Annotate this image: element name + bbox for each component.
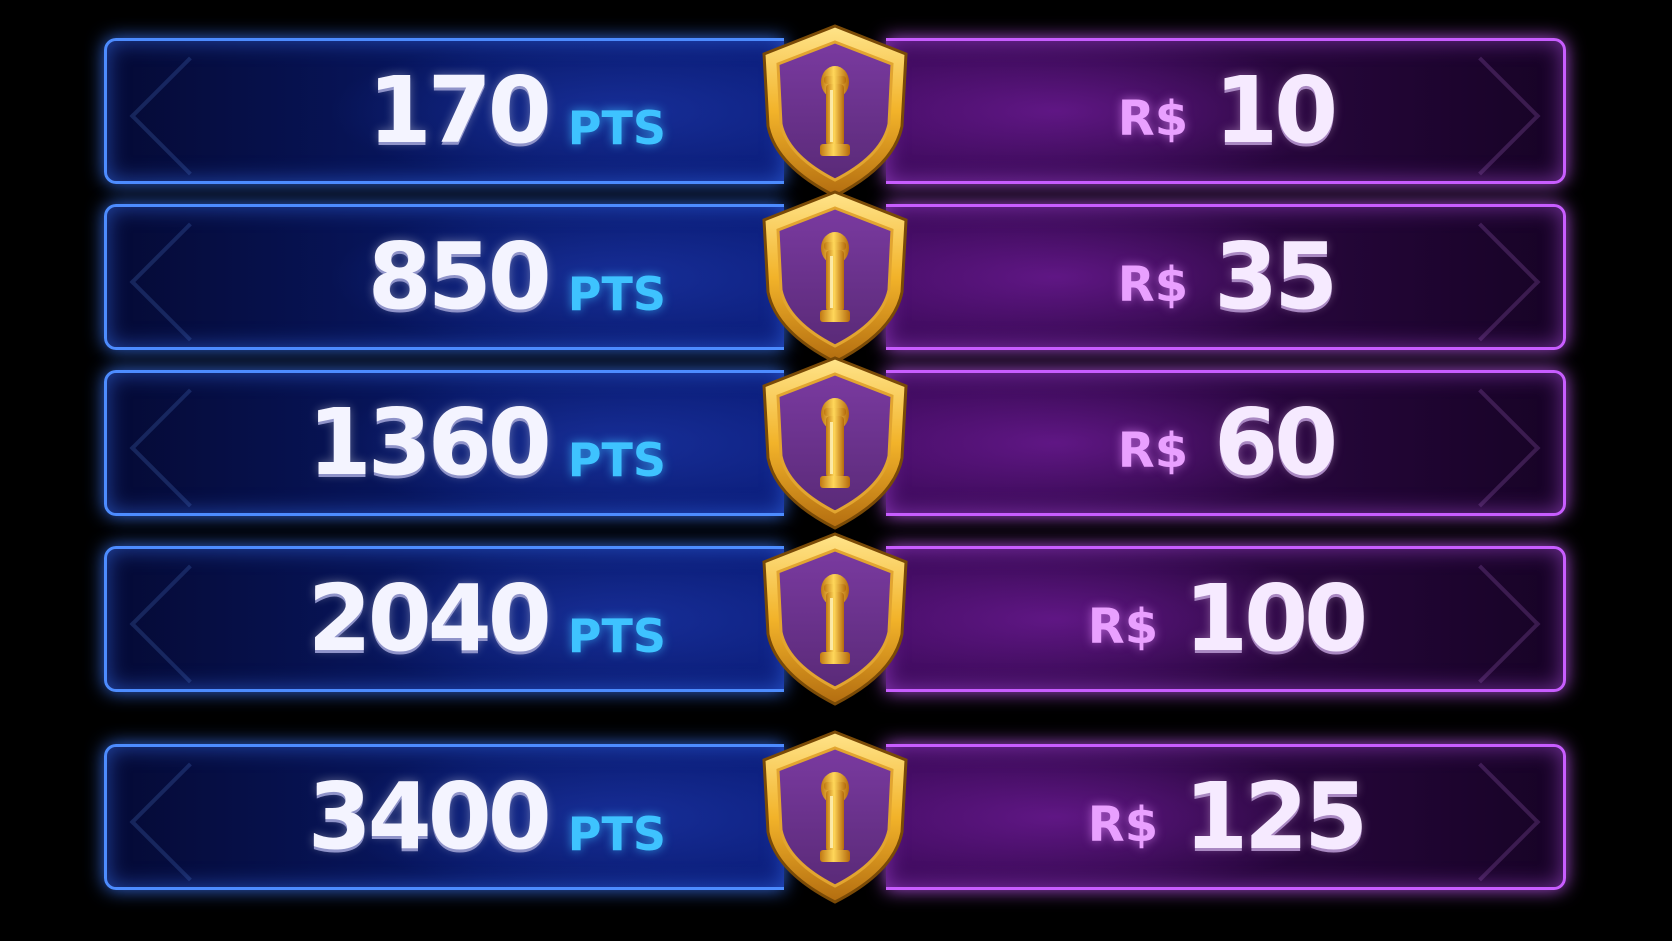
chevron-decoration	[129, 388, 249, 508]
price-value: 60	[1214, 389, 1338, 496]
price-value: 35	[1214, 223, 1338, 330]
shield-pillar-icon	[744, 16, 926, 204]
package-row-2[interactable]: 850 PTS R$ 35	[104, 190, 1566, 364]
package-row-5[interactable]: 3400 PTS R$ 125	[104, 730, 1566, 904]
package-row-4[interactable]: 2040 PTS R$ 100	[104, 532, 1566, 706]
points-value: 850	[367, 223, 552, 330]
points-unit: PTS	[567, 101, 666, 155]
shield-pillar-icon	[744, 524, 926, 712]
price-panel: R$ 35	[886, 204, 1566, 350]
currency-symbol: R$	[1087, 797, 1159, 853]
shield-pillar-icon	[744, 348, 926, 536]
price-value: 100	[1184, 565, 1368, 672]
points-unit: PTS	[567, 807, 666, 861]
chevron-decoration	[129, 564, 249, 684]
points-value: 170	[367, 57, 552, 164]
points-value: 3400	[307, 763, 552, 870]
price-table: 170 PTS R$ 10 850 PTS R$ 35 1360 PTS R$ …	[0, 0, 1672, 941]
price-value: 10	[1214, 57, 1338, 164]
currency-symbol: R$	[1117, 423, 1189, 479]
package-row-1[interactable]: 170 PTS R$ 10	[104, 24, 1566, 198]
currency-symbol: R$	[1117, 257, 1189, 313]
points-value: 2040	[307, 565, 552, 672]
points-unit: PTS	[567, 433, 666, 487]
price-value: 125	[1184, 763, 1368, 870]
shield-pillar-icon	[744, 182, 926, 370]
points-unit: PTS	[567, 609, 666, 663]
shield-pillar-icon	[744, 722, 926, 910]
price-panel: R$ 10	[886, 38, 1566, 184]
price-panel: R$ 125	[886, 744, 1566, 890]
chevron-decoration	[129, 56, 249, 176]
currency-symbol: R$	[1087, 599, 1159, 655]
points-value: 1360	[307, 389, 552, 496]
currency-symbol: R$	[1117, 91, 1189, 147]
points-panel: 170 PTS	[104, 38, 784, 184]
points-panel: 1360 PTS	[104, 370, 784, 516]
chevron-decoration	[129, 762, 249, 882]
price-panel: R$ 100	[886, 546, 1566, 692]
points-panel: 2040 PTS	[104, 546, 784, 692]
price-panel: R$ 60	[886, 370, 1566, 516]
chevron-decoration	[129, 222, 249, 342]
package-row-3[interactable]: 1360 PTS R$ 60	[104, 356, 1566, 530]
points-panel: 3400 PTS	[104, 744, 784, 890]
points-panel: 850 PTS	[104, 204, 784, 350]
points-unit: PTS	[567, 267, 666, 321]
